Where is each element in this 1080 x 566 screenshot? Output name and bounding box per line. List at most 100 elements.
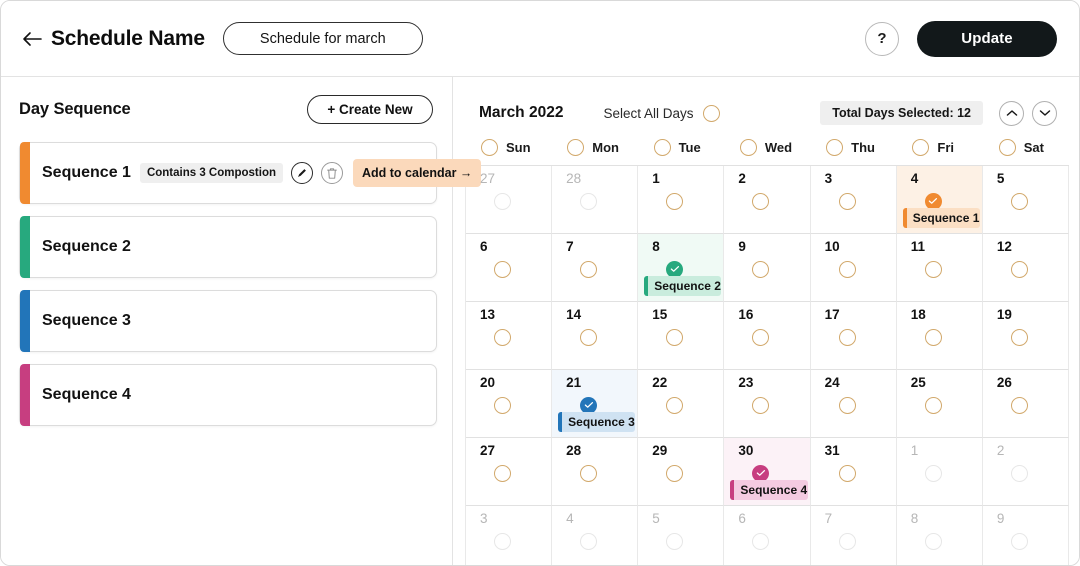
calendar-day-cell[interactable]: 5 (983, 166, 1069, 234)
update-button[interactable]: Update (917, 21, 1057, 57)
calendar-day-cell[interactable]: 21Sequence 3 (552, 370, 638, 438)
calendar-day-cell[interactable]: 24 (811, 370, 897, 438)
day-checkbox[interactable] (1011, 533, 1028, 550)
calendar-day-cell[interactable]: 6 (724, 506, 810, 566)
calendar-day-cell[interactable]: 6 (466, 234, 552, 302)
calendar-day-cell[interactable]: 3 (811, 166, 897, 234)
weekday-column-mon[interactable]: Mon (551, 135, 637, 165)
calendar-day-cell[interactable]: 10 (811, 234, 897, 302)
day-checkbox[interactable] (580, 329, 597, 346)
calendar-day-cell[interactable]: 23 (724, 370, 810, 438)
day-checkbox[interactable] (925, 465, 942, 482)
day-checkbox[interactable] (580, 465, 597, 482)
day-checkbox[interactable] (494, 397, 511, 414)
weekday-column-tue[interactable]: Tue (638, 135, 724, 165)
calendar-day-cell[interactable]: 27 (466, 166, 552, 234)
calendar-day-cell[interactable]: 20 (466, 370, 552, 438)
day-checkbox[interactable] (666, 465, 683, 482)
day-checkbox[interactable] (666, 329, 683, 346)
calendar-day-cell[interactable]: 19 (983, 302, 1069, 370)
select-all-days-toggle[interactable]: Select All Days (603, 105, 719, 122)
create-new-button[interactable]: + Create New (307, 95, 433, 124)
day-sequence-badge[interactable]: Sequence 1 (903, 208, 980, 228)
day-checkbox[interactable] (752, 329, 769, 346)
calendar-day-cell[interactable]: 25 (897, 370, 983, 438)
calendar-day-cell[interactable]: 17 (811, 302, 897, 370)
day-checkbox[interactable] (580, 193, 597, 210)
day-checkbox[interactable] (925, 261, 942, 278)
calendar-day-cell[interactable]: 11 (897, 234, 983, 302)
weekday-checkbox[interactable] (912, 139, 929, 156)
day-sequence-badge[interactable]: Sequence 2 (644, 276, 721, 296)
select-all-days-checkbox[interactable] (703, 105, 720, 122)
calendar-day-cell[interactable]: 15 (638, 302, 724, 370)
day-checkbox[interactable] (1011, 329, 1028, 346)
day-checkbox[interactable] (839, 397, 856, 414)
day-checkbox[interactable] (666, 193, 683, 210)
calendar-day-cell[interactable]: 14 (552, 302, 638, 370)
day-sequence-badge[interactable]: Sequence 4 (730, 480, 807, 500)
day-checkbox[interactable] (494, 193, 511, 210)
day-checkbox[interactable] (839, 533, 856, 550)
calendar-day-cell[interactable]: 28 (552, 438, 638, 506)
day-checkbox[interactable] (580, 261, 597, 278)
day-checkbox[interactable] (580, 533, 597, 550)
calendar-day-cell[interactable]: 29 (638, 438, 724, 506)
calendar-day-cell[interactable]: 1 (897, 438, 983, 506)
day-checkbox[interactable] (666, 397, 683, 414)
day-checkbox[interactable] (752, 261, 769, 278)
day-checkbox[interactable] (1011, 193, 1028, 210)
day-checkbox[interactable] (494, 465, 511, 482)
add-to-calendar-button[interactable]: Add to calendar → (353, 159, 481, 187)
day-checkbox[interactable] (925, 533, 942, 550)
calendar-day-cell[interactable]: 27 (466, 438, 552, 506)
calendar-day-cell[interactable]: 4Sequence 1 (897, 166, 983, 234)
calendar-day-cell[interactable]: 18 (897, 302, 983, 370)
day-checkbox[interactable] (839, 193, 856, 210)
weekday-checkbox[interactable] (740, 139, 757, 156)
calendar-day-cell[interactable]: 3 (466, 506, 552, 566)
weekday-checkbox[interactable] (654, 139, 671, 156)
calendar-day-cell[interactable]: 7 (811, 506, 897, 566)
day-checkbox[interactable] (925, 397, 942, 414)
calendar-day-cell[interactable]: 2 (983, 438, 1069, 506)
day-checkbox[interactable] (1011, 397, 1028, 414)
weekday-column-wed[interactable]: Wed (724, 135, 810, 165)
calendar-day-cell[interactable]: 26 (983, 370, 1069, 438)
day-checkbox[interactable] (1011, 465, 1028, 482)
weekday-checkbox[interactable] (481, 139, 498, 156)
day-selected-check-icon[interactable] (580, 397, 597, 414)
calendar-day-cell[interactable]: 30Sequence 4 (724, 438, 810, 506)
day-checkbox[interactable] (752, 397, 769, 414)
day-selected-check-icon[interactable] (752, 465, 769, 482)
schedule-name-input[interactable]: Schedule for march (223, 22, 423, 55)
calendar-day-cell[interactable]: 5 (638, 506, 724, 566)
day-checkbox[interactable] (494, 329, 511, 346)
weekday-checkbox[interactable] (567, 139, 584, 156)
calendar-day-cell[interactable]: 2 (724, 166, 810, 234)
calendar-next-button[interactable] (1032, 101, 1057, 126)
calendar-day-cell[interactable]: 1 (638, 166, 724, 234)
sequence-card[interactable]: Sequence 2 (19, 216, 437, 278)
calendar-day-cell[interactable]: 12 (983, 234, 1069, 302)
day-checkbox[interactable] (752, 533, 769, 550)
calendar-day-cell[interactable]: 28 (552, 166, 638, 234)
weekday-column-thu[interactable]: Thu (810, 135, 896, 165)
calendar-day-cell[interactable]: 16 (724, 302, 810, 370)
day-checkbox[interactable] (666, 533, 683, 550)
weekday-checkbox[interactable] (999, 139, 1016, 156)
day-selected-check-icon[interactable] (925, 193, 942, 210)
day-checkbox[interactable] (1011, 261, 1028, 278)
day-checkbox[interactable] (752, 193, 769, 210)
day-sequence-badge[interactable]: Sequence 3 (558, 412, 635, 432)
sequence-card[interactable]: Sequence 4 (19, 364, 437, 426)
day-checkbox[interactable] (494, 533, 511, 550)
day-checkbox[interactable] (839, 465, 856, 482)
calendar-day-cell[interactable]: 9 (724, 234, 810, 302)
calendar-day-cell[interactable]: 13 (466, 302, 552, 370)
help-button[interactable]: ? (865, 22, 899, 56)
calendar-day-cell[interactable]: 8 (897, 506, 983, 566)
weekday-column-fri[interactable]: Fri (896, 135, 982, 165)
edit-sequence-button[interactable] (291, 162, 313, 184)
back-button[interactable] (19, 26, 45, 52)
